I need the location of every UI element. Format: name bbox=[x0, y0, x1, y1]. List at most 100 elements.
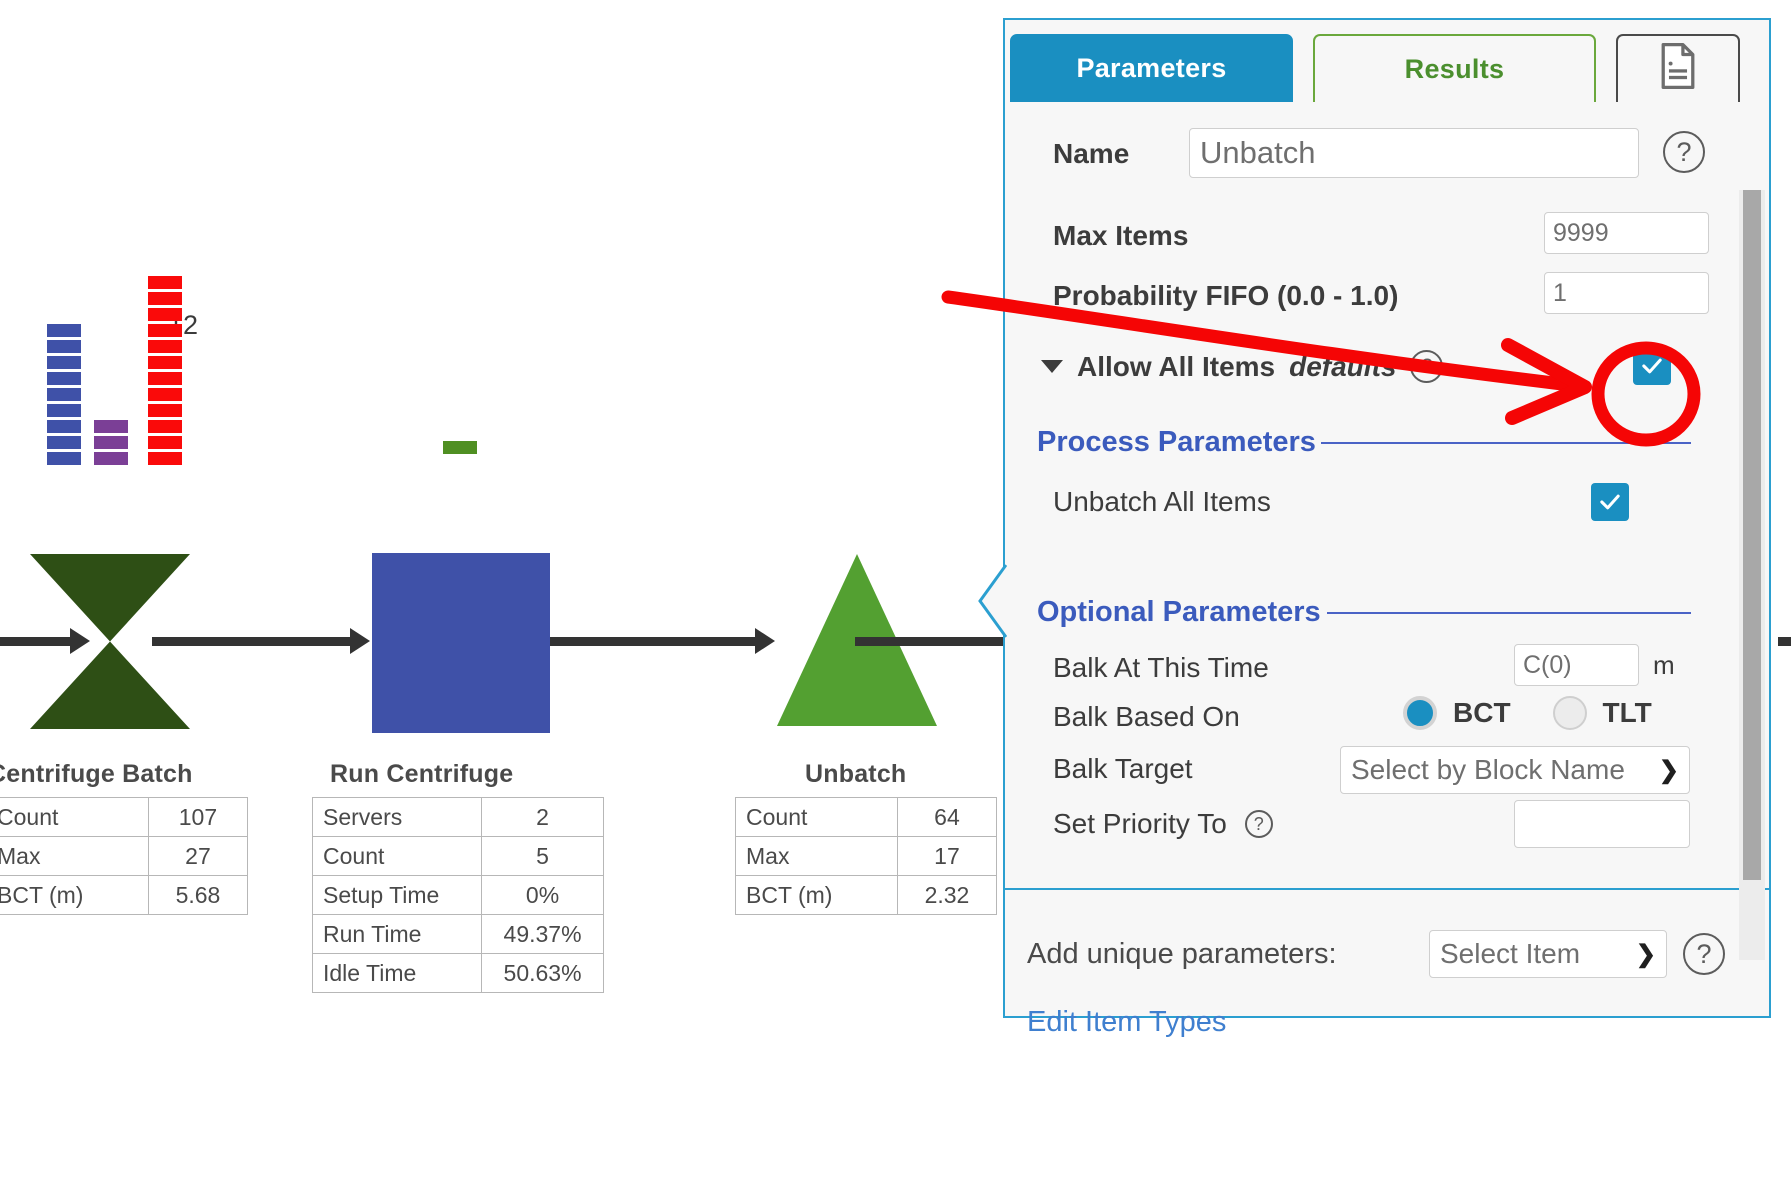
queue-segment bbox=[148, 356, 182, 369]
queue-segment bbox=[47, 436, 81, 449]
balk-at-this-time-unit: m bbox=[1653, 650, 1675, 680]
add-unique-parameters-label: Add unique parameters: bbox=[1027, 938, 1337, 970]
block-shape-run-centrifuge[interactable] bbox=[372, 553, 550, 733]
queue-segment bbox=[148, 452, 182, 465]
queue-stack-blue bbox=[47, 324, 81, 465]
add-unique-parameters-select-value: Select Item bbox=[1440, 938, 1581, 969]
queue-segment bbox=[148, 404, 182, 417]
stat-value: 0% bbox=[481, 875, 604, 915]
stat-value: 2.32 bbox=[896, 875, 998, 915]
panel-scrollbar-track[interactable] bbox=[1739, 190, 1765, 960]
stat-table-unbatch: Count 64 Max 17 BCT (m) 2.32 bbox=[735, 797, 998, 915]
stat-key: BCT (m) bbox=[0, 875, 149, 915]
table-row: Max 17 bbox=[735, 836, 998, 876]
balk-target-select[interactable]: Select by Block Name ❯ bbox=[1340, 746, 1690, 794]
queue-segment bbox=[148, 372, 182, 385]
stat-key: Max bbox=[735, 836, 898, 876]
block-properties-dialog: Name ? Max Items Probability FIFO (0.0 -… bbox=[978, 18, 1771, 1038]
queue-segment bbox=[148, 276, 182, 289]
prob-fifo-input[interactable] bbox=[1544, 272, 1709, 314]
block-caption-unbatch: Unbatch bbox=[805, 760, 907, 788]
stat-key: Count bbox=[735, 797, 898, 837]
queue-segment bbox=[148, 292, 182, 305]
panel-scrollbar-thumb[interactable] bbox=[1743, 190, 1761, 880]
tab-notes[interactable] bbox=[1616, 34, 1740, 102]
queue-segment bbox=[148, 308, 182, 321]
stat-key: Idle Time bbox=[311, 953, 483, 993]
balk-at-this-time-row: Balk At This Time bbox=[1053, 652, 1269, 684]
balk-based-on-option-tlt-label: TLT bbox=[1602, 697, 1652, 728]
name-help-icon[interactable]: ? bbox=[1663, 131, 1705, 173]
balk-target-label: Balk Target bbox=[1053, 753, 1193, 784]
queue-segment bbox=[148, 340, 182, 353]
process-parameters-heading: Process Parameters bbox=[1037, 426, 1316, 458]
max-items-label: Max Items bbox=[1053, 220, 1189, 251]
tab-results[interactable]: Results bbox=[1313, 34, 1596, 102]
queue-segment bbox=[443, 441, 477, 454]
connector-panel-right bbox=[1778, 637, 1791, 646]
max-items-input[interactable] bbox=[1544, 212, 1709, 254]
stat-value: 17 bbox=[896, 836, 998, 876]
optional-parameters-rule bbox=[1327, 612, 1691, 614]
allow-all-items-row: Allow All Items defaults ? bbox=[1041, 350, 1444, 383]
balk-based-on-radio-bct[interactable] bbox=[1403, 696, 1437, 730]
name-input[interactable] bbox=[1189, 128, 1639, 178]
stat-table-centrifuge-batch: Count 107 Max 27 BCT (m) 5.68 bbox=[0, 797, 249, 915]
balk-at-this-time-input[interactable] bbox=[1514, 644, 1639, 686]
edit-item-types-link[interactable]: Edit Item Types bbox=[1027, 1006, 1226, 1039]
unbatch-all-items-row: Unbatch All Items bbox=[1053, 486, 1271, 518]
queue-segment bbox=[47, 340, 81, 353]
add-unique-parameters-row: Add unique parameters: bbox=[1027, 938, 1337, 971]
footer-divider bbox=[1005, 888, 1769, 890]
queue-segment bbox=[94, 452, 128, 465]
balk-target-row: Balk Target bbox=[1053, 753, 1193, 785]
chevron-down-icon: ❯ bbox=[1658, 756, 1679, 784]
allow-all-items-help-icon[interactable]: ? bbox=[1410, 350, 1444, 383]
block-caption-centrifuge-batch: Centrifuge Batch bbox=[0, 760, 193, 788]
queue-segment bbox=[94, 420, 128, 433]
allow-all-items-expand-icon[interactable] bbox=[1041, 360, 1063, 373]
simulation-canvas: 12 Centrifuge Batch Count 107 Max 27 BCT (m)… bbox=[0, 0, 1040, 1194]
balk-based-on-row: Balk Based On bbox=[1053, 701, 1240, 733]
table-row: Max 27 bbox=[0, 836, 249, 876]
table-row: Run Time 49.37% bbox=[311, 914, 604, 954]
allow-all-items-checkbox[interactable] bbox=[1633, 347, 1671, 385]
set-priority-to-input[interactable] bbox=[1514, 800, 1690, 848]
process-parameters-rule bbox=[1321, 442, 1691, 444]
add-unique-parameters-help-icon[interactable]: ? bbox=[1683, 933, 1725, 975]
notes-document-icon bbox=[1658, 42, 1698, 96]
set-priority-to-row: Set Priority To ? bbox=[1053, 808, 1273, 840]
prob-fifo-row: Probability FIFO (0.0 - 1.0) bbox=[1053, 280, 1398, 312]
unbatch-all-items-checkbox[interactable] bbox=[1591, 483, 1629, 521]
queue-segment bbox=[47, 388, 81, 401]
table-row: Count 5 bbox=[311, 836, 604, 876]
chevron-down-icon-footer: ❯ bbox=[1635, 940, 1656, 968]
stat-value: 5 bbox=[481, 836, 604, 876]
queue-segment bbox=[47, 452, 81, 465]
connector-batch-to-run bbox=[152, 628, 370, 654]
set-priority-to-label: Set Priority To bbox=[1053, 808, 1227, 839]
block-caption-run-centrifuge: Run Centrifuge bbox=[330, 760, 514, 788]
stat-key: Servers bbox=[311, 797, 483, 837]
name-row: Name bbox=[1053, 138, 1129, 170]
queue-segment bbox=[148, 420, 182, 433]
stat-key: Count bbox=[311, 836, 483, 876]
stat-value: 50.63% bbox=[481, 953, 604, 993]
stat-value: 49.37% bbox=[481, 914, 604, 954]
stat-value: 107 bbox=[147, 797, 249, 837]
queue-segment bbox=[148, 436, 182, 449]
table-row: BCT (m) 5.68 bbox=[0, 875, 249, 915]
dialog-tab-bar: Parameters Results bbox=[1010, 22, 1770, 102]
stat-key: Setup Time bbox=[311, 875, 483, 915]
tab-results-label: Results bbox=[1404, 53, 1505, 84]
server-stack-green bbox=[443, 441, 477, 454]
queue-segment bbox=[148, 388, 182, 401]
set-priority-to-help-icon[interactable]: ? bbox=[1244, 810, 1273, 838]
queue-segment bbox=[94, 436, 128, 449]
balk-based-on-radio-tlt[interactable] bbox=[1552, 696, 1587, 730]
table-row: Count 64 bbox=[735, 797, 998, 837]
stat-value: 5.68 bbox=[147, 875, 249, 915]
connector-unbatch-to-panel bbox=[855, 637, 1003, 646]
add-unique-parameters-select[interactable]: Select Item ❯ bbox=[1429, 930, 1667, 978]
tab-parameters[interactable]: Parameters bbox=[1010, 34, 1293, 102]
